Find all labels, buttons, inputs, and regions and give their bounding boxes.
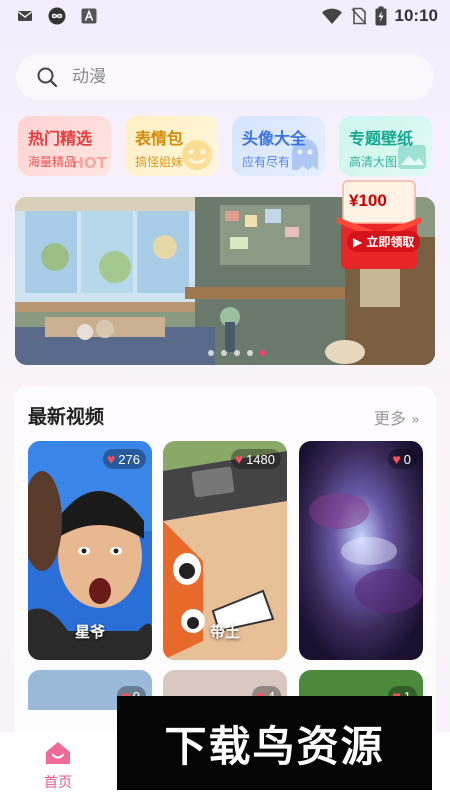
nav-home-label: 首页	[44, 775, 72, 791]
category-hot-picks[interactable]: 热门精选 海量精品 HOT	[18, 116, 111, 176]
home-icon	[46, 742, 70, 764]
section-title: 最新视频	[28, 406, 105, 428]
search-icon	[37, 67, 58, 88]
wifi-icon	[321, 8, 342, 24]
search-bar[interactable]	[16, 54, 434, 100]
gift-box-icon	[337, 180, 421, 269]
status-bar: 10:10	[0, 0, 450, 32]
smiley-deco-icon	[182, 140, 212, 170]
claim-now-button[interactable]: ▶ 立即领取	[347, 231, 421, 252]
font-app-icon	[81, 8, 97, 24]
carousel-dot-active[interactable]	[260, 350, 266, 356]
coupon-promo[interactable]: ¥100 ▶ 立即领取	[333, 175, 425, 271]
carousel-indicator	[208, 350, 266, 356]
carousel-dot[interactable]	[234, 350, 240, 356]
double-chevron-right-icon: »	[411, 412, 420, 428]
hot-deco-text: HOT	[71, 154, 107, 172]
clock-time: 10:10	[394, 6, 438, 25]
like-count: 0	[403, 451, 411, 467]
like-count-badge: ♥ 1480	[230, 449, 281, 469]
category-row: 热门精选 海量精品 HOT 表情包 搞怪姐妹 头像大全 应有尽有 专题壁纸 高清…	[18, 116, 432, 176]
mail-icon	[18, 11, 32, 21]
heart-icon: ♥	[234, 451, 244, 467]
carousel-dot[interactable]	[208, 350, 214, 356]
watermark-overlay: 下载鸟资源	[117, 696, 432, 790]
coupon-amount: ¥100	[349, 191, 387, 210]
video-title: 带土	[209, 623, 240, 641]
category-stickers[interactable]: 表情包 搞怪姐妹	[125, 116, 218, 176]
video-title: 星爷	[74, 623, 105, 641]
video-card[interactable]: ♥ 276 星爷	[28, 441, 152, 660]
play-icon: ▶	[353, 235, 363, 249]
more-link[interactable]: 更多 »	[374, 405, 420, 429]
no-sim-icon	[350, 7, 367, 25]
nav-item-home[interactable]: 首页	[38, 740, 78, 792]
like-count-badge: ♥ 276	[102, 449, 146, 469]
category-wallpapers[interactable]: 专题壁纸 高清大图	[339, 116, 432, 176]
picture-deco-icon	[398, 145, 426, 169]
claim-now-label: 立即领取	[366, 235, 415, 249]
like-count-badge: ♥ 0	[388, 449, 417, 469]
ghost-deco-icon	[292, 139, 318, 170]
video-card[interactable]: ♥ 0	[299, 441, 423, 660]
video-thumbnail	[299, 441, 423, 660]
category-title: 热门精选	[28, 129, 93, 148]
heart-icon: ♥	[106, 451, 116, 467]
search-input[interactable]	[72, 67, 392, 87]
more-label: 更多	[374, 409, 407, 428]
heart-icon: ♥	[392, 451, 401, 467]
carousel-dot[interactable]	[247, 350, 253, 356]
battery-charging-icon	[375, 6, 387, 26]
infinity-app-icon	[48, 7, 66, 25]
category-avatars[interactable]: 头像大全 应有尽有	[232, 116, 325, 176]
carousel-dot[interactable]	[221, 350, 227, 356]
like-count: 276	[118, 451, 140, 467]
video-card[interactable]: ♥ 1480 带土	[163, 441, 287, 660]
like-count: 1480	[246, 451, 275, 467]
